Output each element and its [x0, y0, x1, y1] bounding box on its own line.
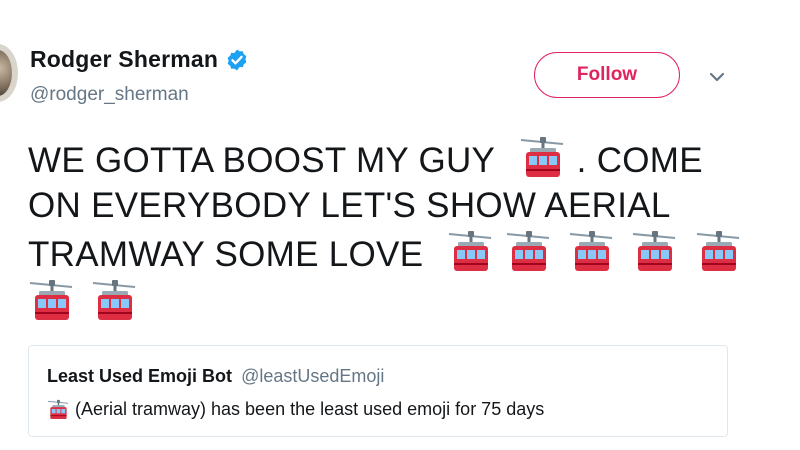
aerial-tramway-icon	[447, 228, 493, 272]
quoted-tweet-body: (Aerial tramway) has been the least used…	[47, 398, 544, 420]
aerial-tramway-icon	[568, 228, 614, 272]
avatar[interactable]	[0, 44, 18, 102]
quoted-tweet-author-name: Least Used Emoji Bot	[47, 366, 233, 386]
aerial-tramway-icon	[695, 228, 741, 272]
quoted-tweet-text: (Aerial tramway) has been the least used…	[75, 398, 545, 419]
verified-badge-icon	[227, 49, 247, 70]
aerial-tramway-icon	[47, 398, 69, 420]
aerial-tramway-icon	[505, 228, 551, 272]
aerial-tramway-icon	[91, 277, 137, 321]
aerial-tramway-icon	[28, 277, 74, 321]
author-name-row: Rodger Sherman	[30, 46, 249, 73]
follow-button[interactable]: Follow	[534, 52, 680, 98]
author-display-name[interactable]: Rodger Sherman	[30, 46, 218, 73]
tweet-text-segment: WE GOTTA BOOST MY GUY	[28, 141, 495, 180]
tweet-text-segment: TRAMWAY SOME LOVE	[28, 235, 424, 274]
aerial-tramway-icon	[631, 228, 677, 272]
tweet-line-1: WE GOTTA BOOST MY GUY . COME	[28, 134, 748, 183]
chevron-down-icon[interactable]	[706, 66, 728, 88]
tweet-text-segment: ON EVERYBODY LET'S SHOW AERIAL	[28, 186, 671, 225]
tweet-text: WE GOTTA BOOST MY GUY . COME ON EVERYBOD…	[28, 134, 748, 326]
aerial-tramway-icon	[519, 134, 565, 178]
quoted-tweet-header: Least Used Emoji Bot @leastUsedEmoji	[47, 366, 384, 387]
tweet-line-3: TRAMWAY SOME LOVE	[28, 228, 748, 277]
quoted-tweet[interactable]: Least Used Emoji Bot @leastUsedEmoji (Ae…	[28, 345, 728, 437]
author-handle[interactable]: @rodger_sherman	[30, 84, 189, 106]
tweet-line-2: ON EVERYBODY LET'S SHOW AERIAL	[28, 183, 748, 228]
avatar-photo	[0, 50, 12, 96]
tweet-line-4	[28, 277, 748, 326]
tweet-text-segment: . COME	[576, 141, 703, 180]
quoted-tweet-author-handle: @leastUsedEmoji	[241, 366, 385, 386]
